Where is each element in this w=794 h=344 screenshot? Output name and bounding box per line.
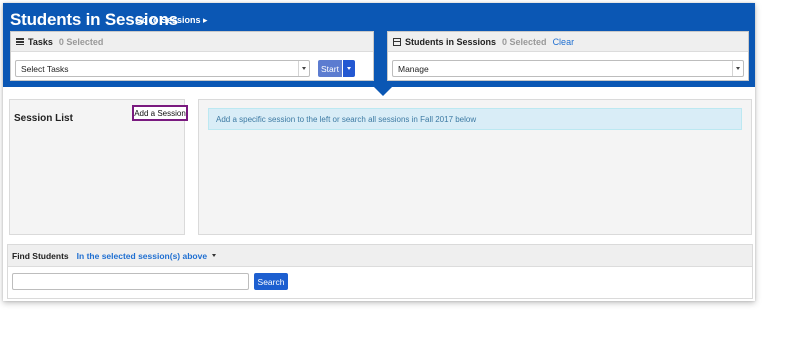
chevron-down-icon: [732, 61, 743, 76]
table-icon: [393, 37, 401, 46]
list-icon: [16, 37, 24, 46]
session-content-panel: Add a specific session to the left or se…: [198, 99, 752, 235]
caret-down-icon: [212, 254, 217, 257]
go-to-sessions-link[interactable]: Go to Sessions ▸: [135, 15, 208, 26]
find-students-header: Find Students In the selected session(s)…: [8, 245, 752, 267]
students-panel-header: Students in Sessions 0 Selected Clear: [388, 32, 748, 52]
page-header: Students in Sessions Go to Sessions ▸ Ta…: [3, 3, 755, 87]
students-in-sessions-panel: Students in Sessions 0 Selected Clear Ma…: [387, 31, 749, 81]
search-scope-dropdown[interactable]: In the selected session(s) above: [76, 250, 217, 261]
tasks-panel-header: Tasks 0 Selected: [11, 32, 373, 52]
find-students-title: Find Students: [12, 250, 69, 261]
search-button[interactable]: Search: [254, 273, 288, 290]
start-dropdown-toggle[interactable]: [343, 60, 355, 77]
tasks-panel: Tasks 0 Selected Select Tasks Start: [10, 31, 374, 81]
search-input[interactable]: [12, 273, 249, 290]
caret-down-icon: [347, 67, 351, 70]
start-button[interactable]: Start: [318, 60, 342, 77]
select-tasks-dropdown[interactable]: Select Tasks: [15, 60, 310, 77]
header-pointer-arrow: [374, 87, 392, 96]
app-window: Students in Sessions Go to Sessions ▸ Ta…: [3, 3, 755, 301]
manage-value: Manage: [398, 63, 429, 74]
session-list-title: Session List: [14, 113, 73, 124]
search-scope-label: In the selected session(s) above: [76, 250, 208, 261]
students-panel-title: Students in Sessions: [405, 36, 497, 47]
chevron-down-icon: [298, 61, 309, 76]
manage-dropdown[interactable]: Manage: [392, 60, 744, 77]
info-message: Add a specific session to the left or se…: [208, 108, 742, 130]
clear-link[interactable]: Clear: [553, 37, 575, 47]
tasks-title: Tasks: [28, 36, 53, 47]
session-list-panel: Session List Add a Session: [9, 99, 188, 235]
students-selected-count: 0 Selected: [502, 36, 547, 47]
add-session-button[interactable]: Add a Session: [132, 105, 188, 121]
select-tasks-value: Select Tasks: [21, 63, 69, 74]
find-students-panel: Find Students In the selected session(s)…: [7, 244, 753, 299]
tasks-selected-count: 0 Selected: [58, 36, 104, 47]
